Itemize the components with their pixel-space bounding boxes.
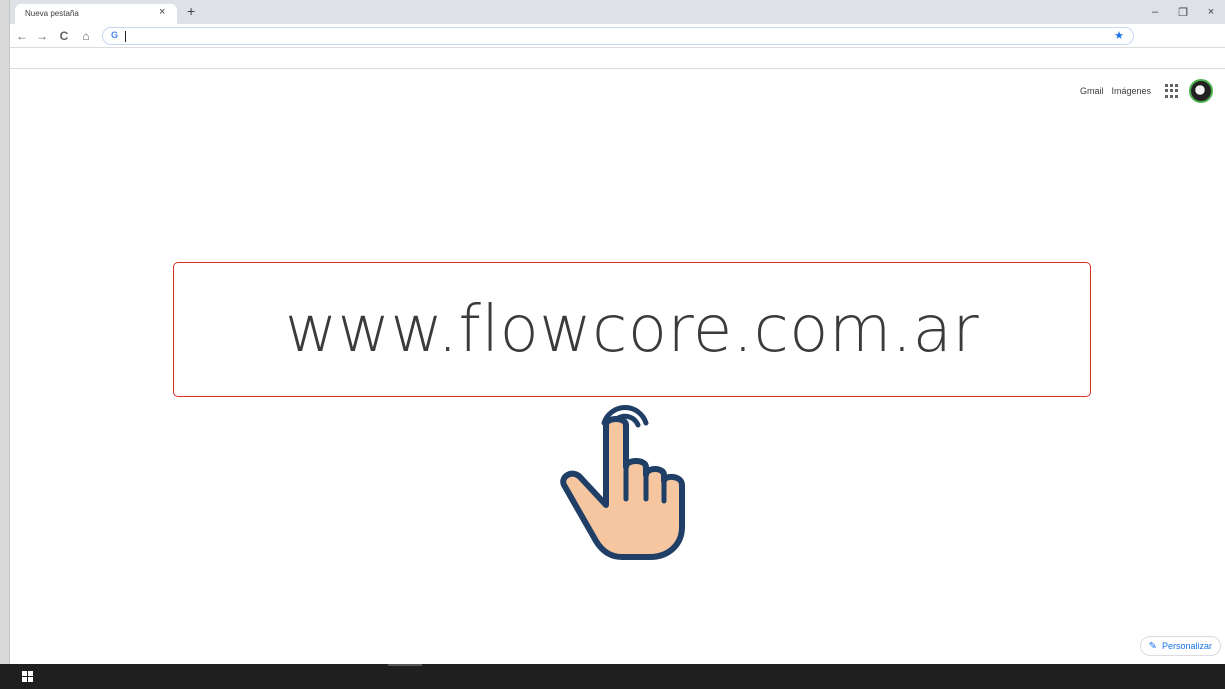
forward-icon[interactable]: → xyxy=(34,28,50,44)
tab-title: Nueva pestaña xyxy=(25,9,79,18)
bookmark-star-icon[interactable]: ★ xyxy=(1114,29,1124,42)
browser-toolbar: ← → C ⌂ G ★ xyxy=(10,24,1225,48)
taskbar xyxy=(0,664,1225,689)
window-controls: – ❐ × xyxy=(1141,0,1225,24)
tab-strip: Nueva pestaña × + – ❐ × xyxy=(10,0,1225,24)
ntp-top-links: Gmail Imágenes xyxy=(1080,79,1213,103)
close-window-button[interactable]: × xyxy=(1197,0,1225,24)
url-overlay-box: www.flowcore.com.ar xyxy=(173,262,1091,397)
windows-start-icon[interactable] xyxy=(22,671,33,682)
tab-new-tab[interactable]: Nueva pestaña × xyxy=(15,4,177,24)
taskbar-indicator xyxy=(388,664,422,666)
google-icon: G xyxy=(111,30,119,40)
avatar[interactable] xyxy=(1189,79,1213,103)
overlay-url-text: www.flowcore.com.ar xyxy=(284,292,980,367)
toolbar-spacer xyxy=(10,48,1225,69)
background-window-edge xyxy=(0,0,10,664)
text-caret xyxy=(125,31,126,42)
minimize-button[interactable]: – xyxy=(1141,0,1169,24)
screen: Nueva pestaña × + – ❐ × ← → C ⌂ G ★ Gmai… xyxy=(0,0,1225,689)
customize-button[interactable]: ✎ Personalizar xyxy=(1139,636,1221,656)
back-icon[interactable]: ← xyxy=(14,28,30,44)
apps-grid-icon[interactable] xyxy=(1165,84,1179,98)
customize-label: Personalizar xyxy=(1161,641,1212,651)
images-link[interactable]: Imágenes xyxy=(1111,86,1151,96)
browser-window: Nueva pestaña × + – ❐ × ← → C ⌂ G ★ Gmai… xyxy=(10,0,1225,664)
pointing-hand-icon xyxy=(560,405,685,560)
pencil-icon: ✎ xyxy=(1148,640,1157,652)
address-bar[interactable]: G ★ xyxy=(102,27,1134,45)
restore-button[interactable]: ❐ xyxy=(1169,0,1197,24)
new-tab-button[interactable]: + xyxy=(187,3,195,19)
reload-icon[interactable]: C xyxy=(56,28,72,44)
gmail-link[interactable]: Gmail xyxy=(1080,86,1104,96)
new-tab-page: Gmail Imágenes www.flowcore.com.ar ✎ Per… xyxy=(10,69,1225,664)
home-icon[interactable]: ⌂ xyxy=(78,28,94,44)
tab-close-icon[interactable]: × xyxy=(159,6,165,18)
